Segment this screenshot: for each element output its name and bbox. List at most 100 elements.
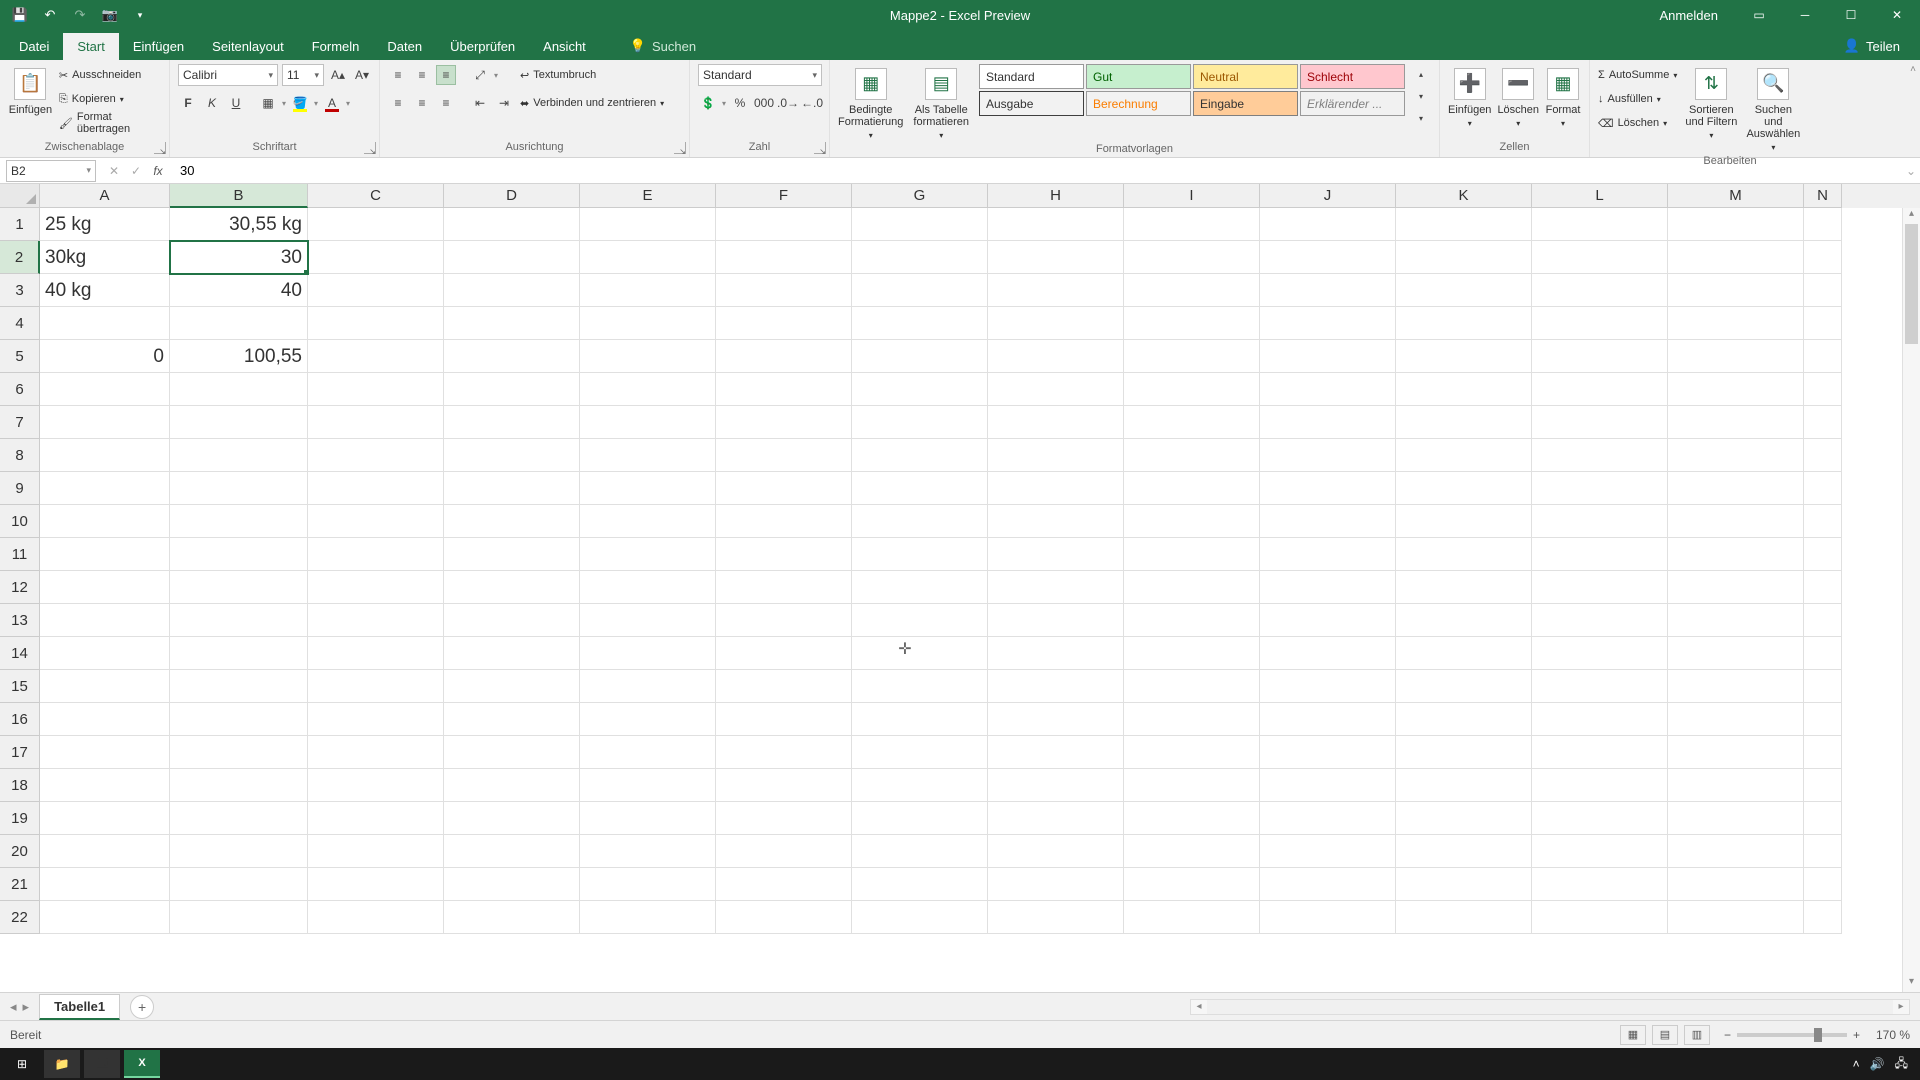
col-header-K[interactable]: K [1396, 184, 1532, 208]
number-launcher[interactable] [814, 142, 826, 154]
cell-A19[interactable] [40, 802, 170, 835]
cell-N22[interactable] [1804, 901, 1842, 934]
cell-I11[interactable] [1124, 538, 1260, 571]
cell-A5[interactable]: 0 [40, 340, 170, 373]
cell-C6[interactable] [308, 373, 444, 406]
decrease-decimal-icon[interactable]: ←.0 [802, 93, 822, 113]
cell-D5[interactable] [444, 340, 580, 373]
cell-N10[interactable] [1804, 505, 1842, 538]
cell-M10[interactable] [1668, 505, 1804, 538]
row-header-16[interactable]: 16 [0, 703, 40, 736]
tab-start[interactable]: Start [63, 33, 118, 60]
cell-M3[interactable] [1668, 274, 1804, 307]
cell-J15[interactable] [1260, 670, 1396, 703]
align-right-icon[interactable]: ≡ [436, 93, 456, 113]
cell-B12[interactable] [170, 571, 308, 604]
cell-L18[interactable] [1532, 769, 1668, 802]
cell-L12[interactable] [1532, 571, 1668, 604]
format-as-table-button[interactable]: ▤ Als Tabelle formatieren▾ [909, 64, 973, 141]
cell-E21[interactable] [580, 868, 716, 901]
find-select-button[interactable]: 🔍Suchen und Auswählen▾ [1745, 64, 1801, 153]
col-header-J[interactable]: J [1260, 184, 1396, 208]
cell-G12[interactable] [852, 571, 988, 604]
cell-F7[interactable] [716, 406, 852, 439]
cell-C14[interactable] [308, 637, 444, 670]
camera-icon[interactable]: 📷 [100, 5, 120, 25]
cell-K6[interactable] [1396, 373, 1532, 406]
horizontal-scrollbar[interactable]: ◂ ▸ [1190, 999, 1910, 1015]
cell-J12[interactable] [1260, 571, 1396, 604]
col-header-E[interactable]: E [580, 184, 716, 208]
cell-G22[interactable] [852, 901, 988, 934]
col-header-B[interactable]: B [170, 184, 308, 208]
cell-A12[interactable] [40, 571, 170, 604]
file-explorer-icon[interactable]: 📁 [44, 1050, 80, 1078]
cell-F4[interactable] [716, 307, 852, 340]
cell-D12[interactable] [444, 571, 580, 604]
cell-C15[interactable] [308, 670, 444, 703]
cell-K9[interactable] [1396, 472, 1532, 505]
cell-J16[interactable] [1260, 703, 1396, 736]
fill-color-button[interactable]: 🪣 [290, 93, 310, 113]
cell-M1[interactable] [1668, 208, 1804, 241]
tray-chevron-icon[interactable]: ˄ [1853, 1057, 1860, 1071]
cell-C18[interactable] [308, 769, 444, 802]
sheet-nav-first-icon[interactable]: ◂ [10, 999, 17, 1015]
tab-ueberpruefen[interactable]: Überprüfen [436, 33, 529, 60]
cell-L7[interactable] [1532, 406, 1668, 439]
cell-G19[interactable] [852, 802, 988, 835]
cell-D11[interactable] [444, 538, 580, 571]
cell-E3[interactable] [580, 274, 716, 307]
cell-E12[interactable] [580, 571, 716, 604]
cell-D13[interactable] [444, 604, 580, 637]
cell-B14[interactable] [170, 637, 308, 670]
zoom-out-icon[interactable]: − [1724, 1028, 1731, 1042]
cell-G15[interactable] [852, 670, 988, 703]
align-middle-icon[interactable]: ≡ [412, 65, 432, 85]
cell-J2[interactable] [1260, 241, 1396, 274]
maximize-icon[interactable]: ☐ [1828, 0, 1874, 30]
delete-cells-button[interactable]: ➖Löschen▾ [1497, 64, 1539, 129]
row-header-20[interactable]: 20 [0, 835, 40, 868]
cell-D2[interactable] [444, 241, 580, 274]
cell-D20[interactable] [444, 835, 580, 868]
view-page-layout-icon[interactable]: ▤ [1652, 1025, 1678, 1045]
cell-F11[interactable] [716, 538, 852, 571]
cell-K16[interactable] [1396, 703, 1532, 736]
cell-N7[interactable] [1804, 406, 1842, 439]
cell-E11[interactable] [580, 538, 716, 571]
cell-N1[interactable] [1804, 208, 1842, 241]
row-header-2[interactable]: 2 [0, 241, 40, 274]
cell-A16[interactable] [40, 703, 170, 736]
cell-D7[interactable] [444, 406, 580, 439]
tell-me-search[interactable]: 💡Suchen [620, 32, 706, 60]
cell-H14[interactable] [988, 637, 1124, 670]
cell-E6[interactable] [580, 373, 716, 406]
tab-ansicht[interactable]: Ansicht [529, 33, 600, 60]
cell-L13[interactable] [1532, 604, 1668, 637]
cell-A14[interactable] [40, 637, 170, 670]
cell-F8[interactable] [716, 439, 852, 472]
cell-L17[interactable] [1532, 736, 1668, 769]
cell-A9[interactable] [40, 472, 170, 505]
cell-F13[interactable] [716, 604, 852, 637]
view-page-break-icon[interactable]: ▥ [1684, 1025, 1710, 1045]
underline-button[interactable]: U [226, 93, 246, 113]
cell-B7[interactable] [170, 406, 308, 439]
row-header-22[interactable]: 22 [0, 901, 40, 934]
cell-A18[interactable] [40, 769, 170, 802]
cell-M22[interactable] [1668, 901, 1804, 934]
cell-A13[interactable] [40, 604, 170, 637]
cell-F6[interactable] [716, 373, 852, 406]
row-header-7[interactable]: 7 [0, 406, 40, 439]
cell-M2[interactable] [1668, 241, 1804, 274]
cell-K20[interactable] [1396, 835, 1532, 868]
style-eingabe[interactable]: Eingabe [1193, 91, 1298, 116]
cell-N5[interactable] [1804, 340, 1842, 373]
cell-I15[interactable] [1124, 670, 1260, 703]
cell-N11[interactable] [1804, 538, 1842, 571]
cell-G17[interactable] [852, 736, 988, 769]
cell-E7[interactable] [580, 406, 716, 439]
cell-J10[interactable] [1260, 505, 1396, 538]
cell-K18[interactable] [1396, 769, 1532, 802]
